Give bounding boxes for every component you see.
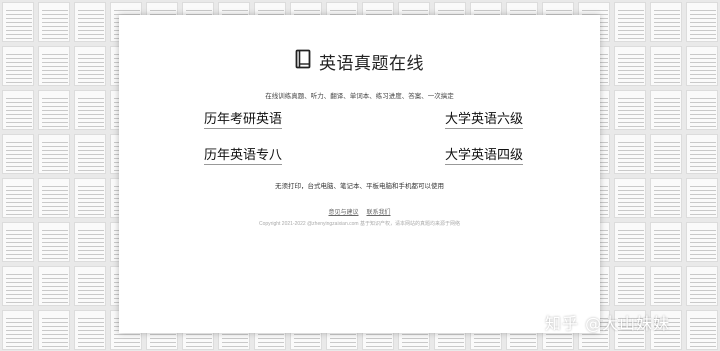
exam-paper-thumbnail [650,222,682,262]
exam-paper-thumbnail [614,90,646,130]
link-tem8[interactable]: 历年英语专八 [204,144,283,165]
device-description: 无须打印，台式电脑、笔记本、平板电脑和手机都可以使用 [275,183,444,190]
link-kaoyan-english[interactable]: 历年考研英语 [204,108,283,129]
exam-paper-thumbnail [650,46,682,86]
exam-paper-thumbnail [38,2,70,42]
exam-paper-thumbnail [38,310,70,350]
exam-paper-thumbnail [38,222,70,262]
title-row: 英语真题在线 [119,49,600,74]
exam-paper-thumbnail [650,2,682,42]
exam-paper-thumbnail [686,222,718,262]
exam-paper-thumbnail [74,90,106,130]
exam-paper-thumbnail [2,2,34,42]
link-cet6[interactable]: 大学英语六级 [445,108,524,129]
footer-links: 意见与建议 联系我们 [119,207,600,216]
exam-paper-thumbnail [38,266,70,306]
exam-paper-thumbnail [74,46,106,86]
contact-link[interactable]: 联系我们 [367,207,391,216]
exam-paper-thumbnail [2,46,34,86]
link-cet4[interactable]: 大学英语四级 [445,144,524,165]
exam-paper-thumbnail [38,134,70,174]
exam-paper-thumbnail [686,134,718,174]
exam-paper-thumbnail [650,266,682,306]
exam-paper-thumbnail [686,266,718,306]
exam-paper-thumbnail [650,90,682,130]
exam-paper-thumbnail [614,46,646,86]
exam-paper-thumbnail [614,222,646,262]
exam-paper-thumbnail [74,266,106,306]
exam-paper-thumbnail [2,222,34,262]
exam-paper-thumbnail [2,90,34,130]
exam-paper-thumbnail [686,178,718,218]
exam-paper-thumbnail [650,178,682,218]
exam-paper-thumbnail [38,178,70,218]
exam-paper-thumbnail [74,222,106,262]
main-card: 英语真题在线 在线训练真题、听力、翻译、单词本、练习进度、答案、一次搞定 历年考… [119,15,600,333]
exam-paper-thumbnail [614,2,646,42]
exam-paper-thumbnail [2,134,34,174]
exam-paper-thumbnail [686,46,718,86]
exam-paper-thumbnail [686,310,718,350]
exam-paper-thumbnail [650,134,682,174]
book-icon [295,49,311,74]
page-subtitle: 在线训练真题、听力、翻译、单词本、练习进度、答案、一次搞定 [265,93,454,100]
exam-paper-thumbnail [2,310,34,350]
exam-paper-thumbnail [686,90,718,130]
exam-paper-thumbnail [38,90,70,130]
exam-paper-thumbnail [2,266,34,306]
exam-paper-thumbnail [74,178,106,218]
page-title: 英语真题在线 [319,54,424,73]
feedback-link[interactable]: 意见与建议 [328,207,358,216]
exam-paper-thumbnail [614,134,646,174]
exam-paper-thumbnail [38,46,70,86]
copyright-text: Copyright 2021-2022 @zhenyingzaixian.com… [259,221,460,227]
exam-paper-thumbnail [614,178,646,218]
exam-paper-thumbnail [74,2,106,42]
exam-paper-thumbnail [2,178,34,218]
exam-paper-thumbnail [686,2,718,42]
exam-paper-thumbnail [74,134,106,174]
exam-paper-thumbnail [614,266,646,306]
exam-paper-thumbnail [74,310,106,350]
watermark: 知乎 @大山妹妹 [545,314,671,333]
